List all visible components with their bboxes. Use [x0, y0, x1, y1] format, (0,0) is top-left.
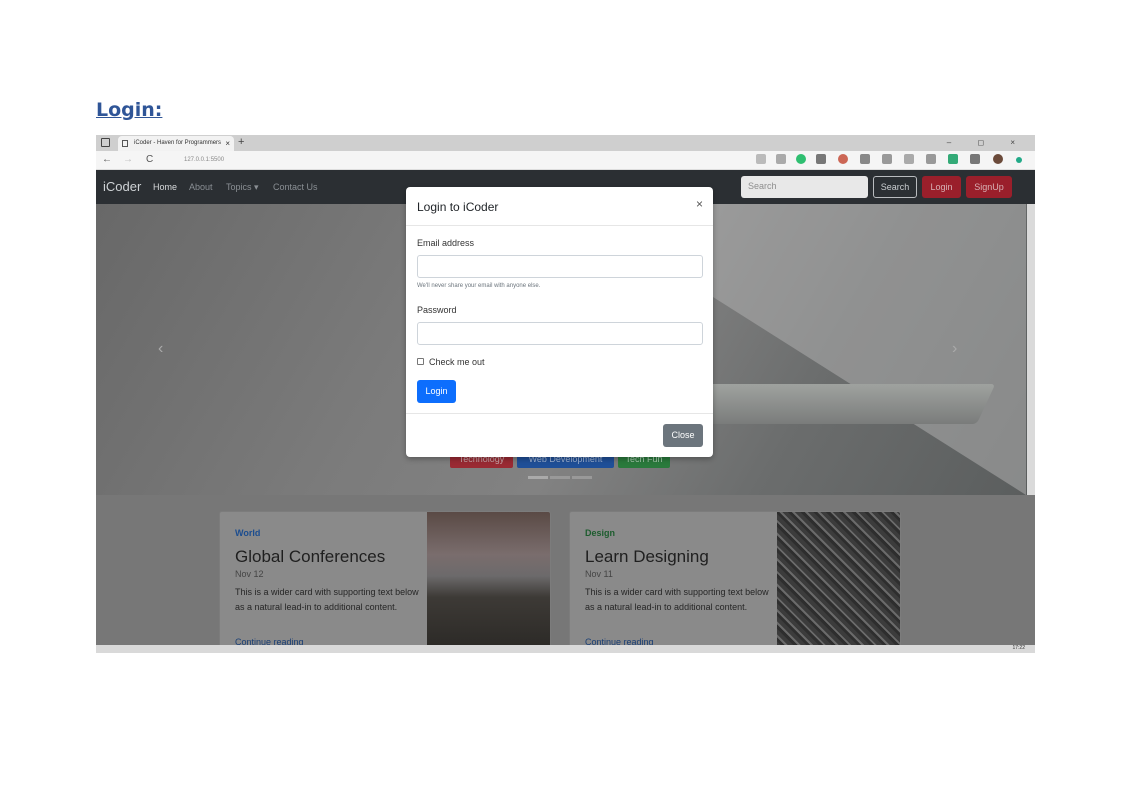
search-button[interactable]: Search	[873, 176, 917, 198]
check-me-out-label[interactable]: Check me out	[429, 357, 485, 367]
window-controls[interactable]: – ◻ ×	[947, 135, 1027, 150]
login-modal: Login to iCoder × Email address We'll ne…	[406, 187, 713, 457]
reload-button[interactable]: C	[146, 153, 153, 167]
favorites-icon[interactable]	[904, 154, 914, 164]
modal-title: Login to iCoder	[417, 200, 499, 214]
modal-close-icon[interactable]: ×	[696, 197, 703, 211]
taskbar-clock: 17:22	[1012, 645, 1025, 651]
carousel-indicator[interactable]	[550, 476, 570, 479]
screenshot: iCoder - Haven for Programmers × + – ◻ ×…	[96, 135, 1035, 653]
zoom-icon[interactable]	[756, 154, 766, 164]
tab-close-icon[interactable]: ×	[225, 136, 230, 151]
nav-about[interactable]: About	[189, 182, 213, 192]
close-button[interactable]: Close	[663, 424, 703, 447]
carousel-next-icon[interactable]: ›	[952, 340, 957, 358]
back-button[interactable]: ←	[102, 153, 112, 167]
downloads-icon[interactable]	[948, 154, 958, 164]
new-tab-button[interactable]: +	[238, 135, 244, 150]
forward-button[interactable]: →	[123, 153, 133, 167]
os-taskbar: 17:22	[96, 645, 1035, 653]
card-title: Learn Designing	[585, 547, 709, 566]
collections-icon[interactable]	[926, 154, 936, 164]
card-date: Nov 12	[235, 569, 264, 579]
browser-tab[interactable]: iCoder - Haven for Programmers ×	[118, 136, 234, 151]
card-text: This is a wider card with supporting tex…	[585, 587, 769, 612]
document-heading: Login:	[96, 99, 163, 121]
extension-icon[interactable]	[882, 154, 892, 164]
password-label: Password	[417, 305, 457, 315]
card-title: Global Conferences	[235, 547, 386, 566]
page-icon	[122, 140, 128, 147]
extension-icon[interactable]	[838, 154, 848, 164]
card-category: World	[235, 528, 261, 538]
address-bar: ← → C 127.0.0.1:5500	[96, 151, 1035, 170]
brand-logo[interactable]: iCoder	[103, 179, 141, 194]
modal-header: Login to iCoder ×	[406, 187, 713, 226]
extension-icon[interactable]	[860, 154, 870, 164]
card-text: This is a wider card with supporting tex…	[235, 587, 419, 612]
card-design: Design Learn Designing Nov 11 This is a …	[569, 511, 901, 653]
tab-actions-icon[interactable]	[101, 138, 110, 147]
profile-avatar[interactable]	[993, 154, 1003, 164]
carousel-indicator[interactable]	[528, 476, 548, 479]
carousel-indicator[interactable]	[572, 476, 592, 479]
translate-icon[interactable]	[776, 154, 786, 164]
search-input[interactable]: Search	[741, 176, 868, 198]
browser-tabstrip: iCoder - Haven for Programmers × + – ◻ ×	[96, 135, 1035, 151]
extension-icon[interactable]	[816, 154, 826, 164]
card-image-sunset	[427, 512, 550, 652]
login-button[interactable]: Login	[922, 176, 961, 198]
card-category: Design	[585, 528, 616, 538]
menu-icon[interactable]	[1016, 157, 1022, 163]
nav-contact[interactable]: Contact Us	[273, 182, 318, 192]
url-field[interactable]: 127.0.0.1:5500	[172, 154, 752, 167]
password-field[interactable]	[417, 322, 703, 345]
email-label: Email address	[417, 238, 475, 248]
email-field[interactable]	[417, 255, 703, 278]
email-help-text: We'll never share your email with anyone…	[417, 283, 541, 289]
card-image-circuit	[777, 512, 900, 652]
nav-home[interactable]: Home	[153, 182, 177, 192]
login-submit-button[interactable]: Login	[417, 380, 456, 403]
extension-icon[interactable]	[970, 154, 980, 164]
carousel-prev-icon[interactable]: ‹	[158, 340, 163, 358]
card-date: Nov 11	[585, 569, 613, 579]
signup-button[interactable]: SignUp	[966, 176, 1012, 198]
extension-icon[interactable]	[796, 154, 806, 164]
modal-footer: Close	[406, 413, 713, 457]
nav-topics-dropdown[interactable]: Topics ▾	[226, 182, 259, 193]
check-me-out-checkbox[interactable]	[417, 358, 424, 365]
card-world: World Global Conferences Nov 12 This is …	[219, 511, 551, 653]
tab-title: iCoder - Haven for Programmers	[134, 140, 222, 146]
